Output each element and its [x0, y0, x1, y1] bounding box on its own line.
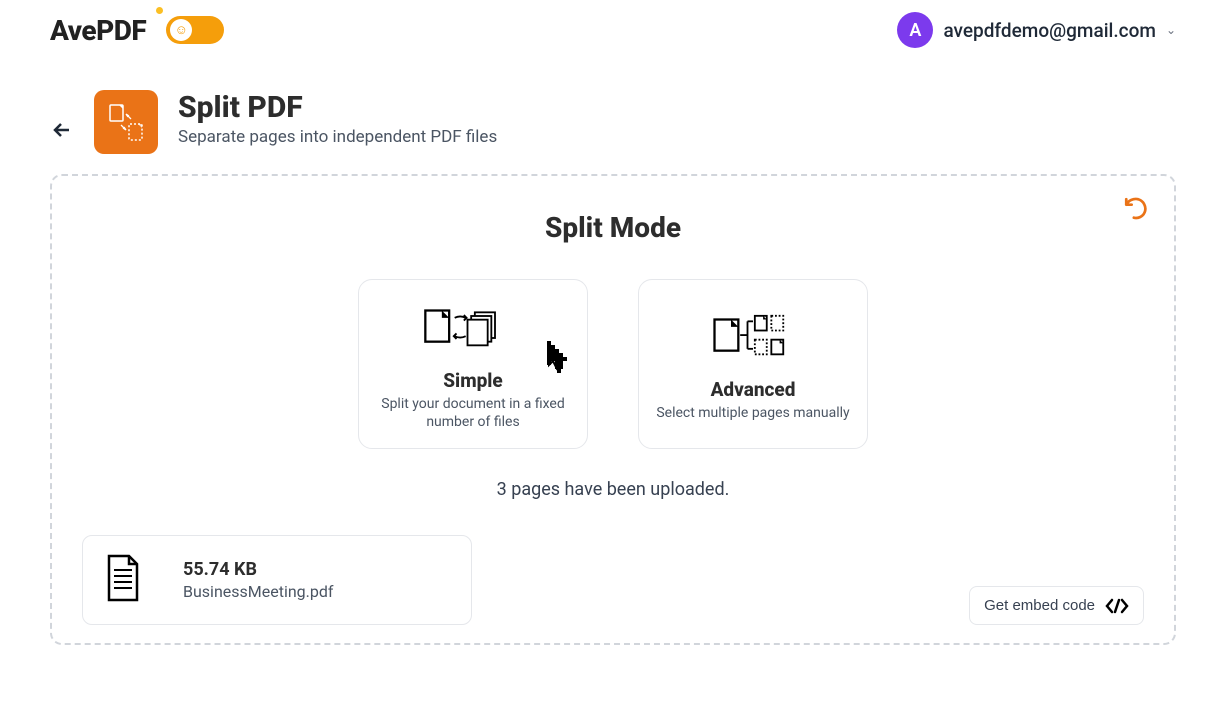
title-row: Split PDF Separate pages into independen…: [0, 60, 1226, 174]
chevron-down-icon: ⌄: [1166, 23, 1176, 37]
title-text: Split PDF Separate pages into independen…: [178, 90, 497, 147]
user-menu[interactable]: A avepdfdemo@gmail.com ⌄: [897, 12, 1176, 48]
logo-area: AvePDF ☺: [50, 14, 224, 47]
avatar: A: [897, 12, 933, 48]
mode-advanced-title: Advanced: [711, 378, 796, 401]
embed-code-button[interactable]: Get embed code: [969, 586, 1144, 625]
mode-simple-title: Simple: [443, 369, 502, 392]
simple-mode-icon: [418, 297, 528, 357]
tool-icon: [94, 90, 158, 154]
mode-advanced-desc: Select multiple pages manually: [656, 404, 849, 422]
file-name: BusinessMeeting.pdf: [183, 582, 333, 601]
mode-options: Simple Split your document in a fixed nu…: [82, 279, 1144, 449]
toggle-face-icon: ☺: [170, 19, 192, 41]
file-info: 55.74 KB BusinessMeeting.pdf: [183, 559, 333, 601]
document-icon: [103, 554, 143, 606]
file-card[interactable]: 55.74 KB BusinessMeeting.pdf: [82, 535, 472, 625]
undo-button[interactable]: [1123, 196, 1149, 226]
section-title: Split Mode: [82, 211, 1144, 244]
user-email: avepdfdemo@gmail.com: [943, 19, 1156, 42]
main-content: Split Mode Simple Split your document in…: [50, 174, 1176, 645]
upload-status: 3 pages have been uploaded.: [82, 479, 1144, 500]
header: AvePDF ☺ A avepdfdemo@gmail.com ⌄: [0, 0, 1226, 60]
mode-advanced[interactable]: Advanced Select multiple pages manually: [638, 279, 868, 449]
toggle-indicator-dot: [156, 7, 163, 14]
advanced-mode-icon: [698, 306, 808, 366]
code-icon: [1105, 598, 1129, 614]
logo[interactable]: AvePDF: [50, 14, 146, 47]
theme-toggle[interactable]: ☺: [166, 16, 224, 44]
mode-simple-desc: Split your document in a fixed number of…: [374, 395, 572, 431]
back-button[interactable]: [50, 118, 74, 148]
bottom-row: 55.74 KB BusinessMeeting.pdf Get embed c…: [82, 535, 1144, 625]
cursor-icon: [537, 327, 583, 383]
page-title: Split PDF: [178, 90, 497, 125]
file-size: 55.74 KB: [183, 559, 333, 580]
page-subtitle: Separate pages into independent PDF file…: [178, 127, 497, 147]
mode-simple[interactable]: Simple Split your document in a fixed nu…: [358, 279, 588, 449]
embed-label: Get embed code: [984, 597, 1095, 614]
